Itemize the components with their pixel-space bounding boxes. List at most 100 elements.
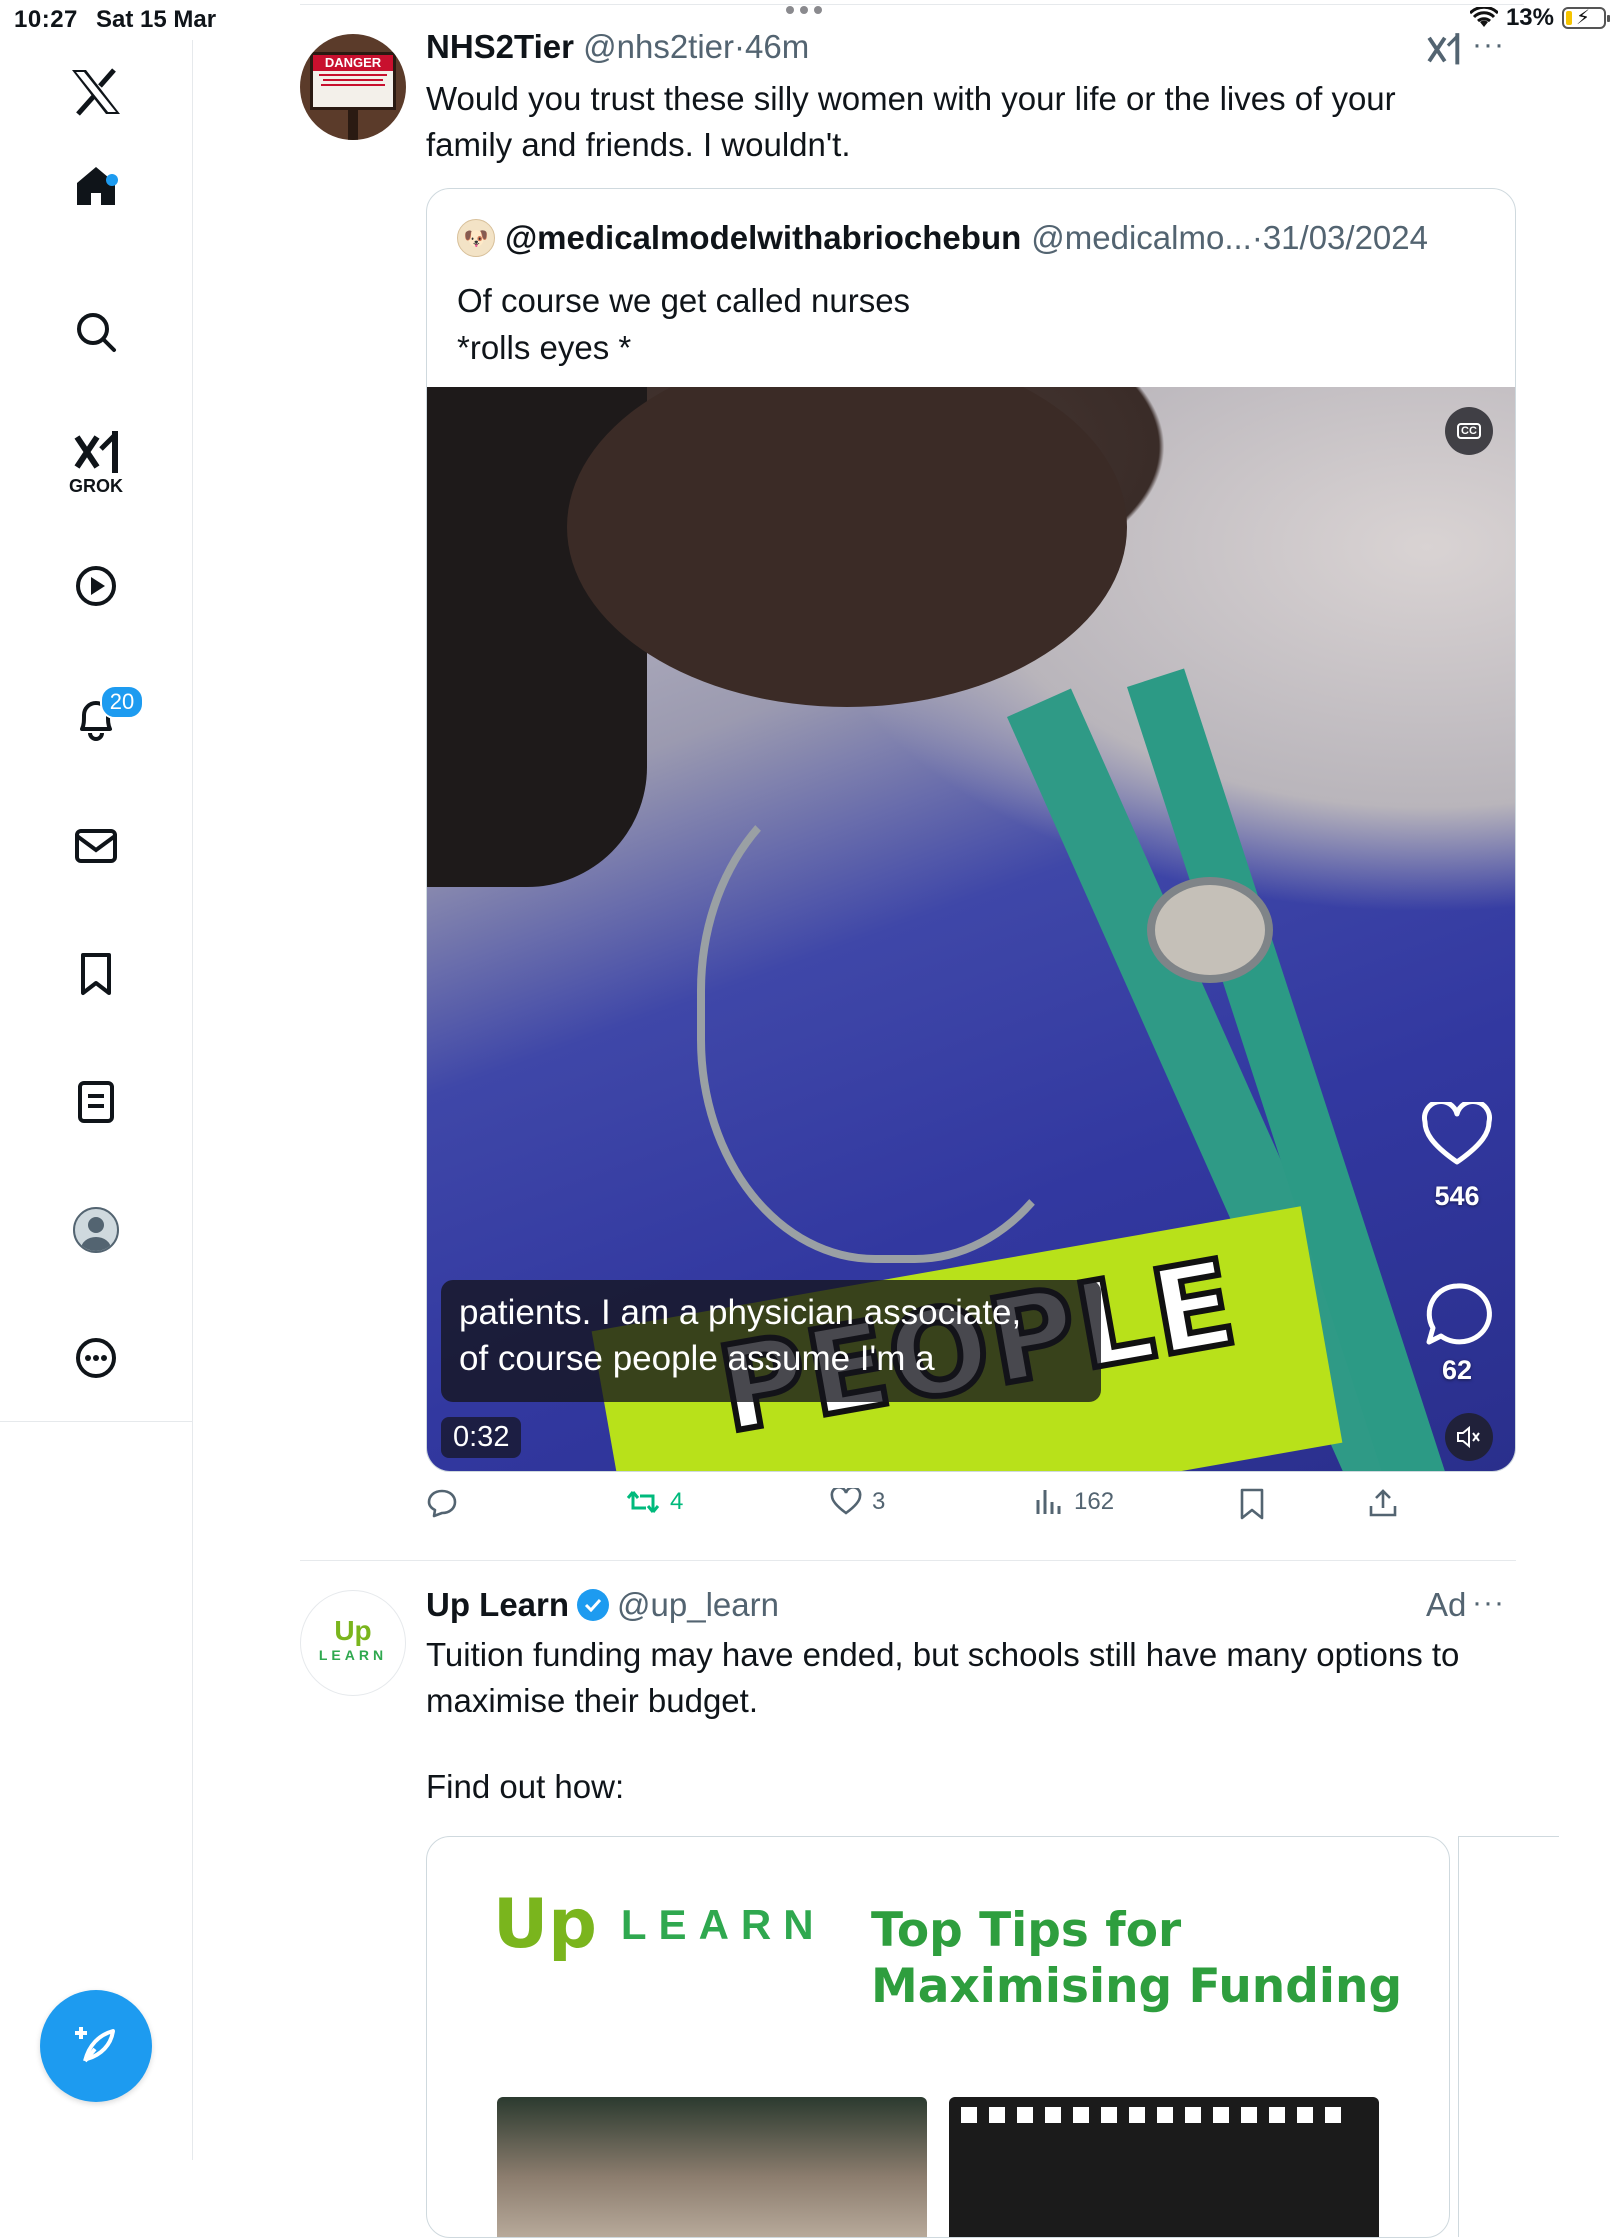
- classroom-photo: [497, 2097, 927, 2237]
- ad-header: Up Learn @up_learn: [426, 1586, 779, 1624]
- muted-speaker-icon: [1457, 1425, 1480, 1449]
- bookmark-button[interactable]: [1238, 1488, 1266, 1520]
- tweet-actions: 4 3 162: [426, 1488, 1526, 1534]
- author-name[interactable]: NHS2Tier: [426, 28, 574, 65]
- quote-header: 🐶 @medicalmodelwithabriochebun @medicalm…: [457, 219, 1428, 257]
- ad-more-options-icon[interactable]: ···: [1472, 1586, 1505, 1620]
- mute-button[interactable]: [1445, 1413, 1493, 1461]
- search-icon: [77, 313, 116, 352]
- play-icon: [76, 566, 116, 606]
- video-comment-button[interactable]: 62: [1407, 1280, 1507, 1386]
- tweet-text: Would you trust these silly women with y…: [426, 80, 1396, 163]
- sidebar-item-lists[interactable]: [64, 1070, 128, 1134]
- reply-icon: [427, 1489, 457, 1518]
- reply-button[interactable]: [426, 1488, 458, 1518]
- tweet-avatar[interactable]: DANGER: [300, 34, 406, 140]
- caption-line-2: of course people assume I'm a: [459, 1339, 935, 1378]
- retweet-count: 4: [670, 1488, 684, 1515]
- logo-up: Up: [493, 1885, 597, 1964]
- bookmark-icon: [1240, 1488, 1264, 1520]
- compose-icon: [75, 2027, 115, 2063]
- heart-icon: [1422, 1099, 1492, 1165]
- video-player[interactable]: PEOPLE CC 546 62 patients. I am a physic…: [427, 387, 1515, 1471]
- retweet-icon: [626, 1491, 660, 1513]
- sidebar-item-messages[interactable]: [64, 814, 128, 878]
- top-divider: [300, 4, 1524, 5]
- sidebar-item-more[interactable]: [64, 1326, 128, 1390]
- ad-author-name[interactable]: Up Learn: [426, 1586, 569, 1624]
- more-circle-icon: [76, 1338, 116, 1378]
- home-icon: [77, 167, 115, 205]
- sidebar-item-profile[interactable]: [64, 1198, 128, 1262]
- ad-avatar[interactable]: Up LEARN: [300, 1590, 406, 1696]
- heart-icon: [830, 1488, 862, 1515]
- ad-text: Tuition funding may have ended, but scho…: [426, 1636, 1460, 1719]
- quote-author-handle: @medicalmo...·31/03/2024: [1031, 219, 1428, 256]
- grok-icon: [74, 431, 118, 473]
- share-button[interactable]: [1368, 1488, 1398, 1518]
- compose-button[interactable]: [40, 1990, 152, 2102]
- sidebar: GROK 20: [0, 40, 193, 2160]
- card-title: Top Tips for Maximising Funding: [871, 1903, 1402, 2015]
- bookmark-icon: [81, 953, 111, 995]
- quote-avatar[interactable]: 🐶: [457, 219, 495, 257]
- card-title-line-1: Top Tips for: [871, 1903, 1182, 1958]
- cc-icon: CC: [1457, 423, 1481, 439]
- logo-learn: LEARN: [620, 1900, 826, 1948]
- grok-explain-icon[interactable]: [1424, 30, 1464, 71]
- sidebar-item-search[interactable]: [64, 300, 128, 364]
- x-logo-icon[interactable]: [64, 60, 128, 124]
- sidebar-item-video[interactable]: [64, 554, 128, 618]
- ad-find-out: Find out how:: [426, 1768, 625, 1805]
- home-unread-dot: [106, 174, 118, 186]
- ad-label: Ad: [1426, 1586, 1467, 1623]
- sidebar-item-home[interactable]: [64, 154, 128, 218]
- more-options-icon[interactable]: ···: [1472, 28, 1505, 62]
- danger-sign-text: DANGER: [313, 55, 393, 71]
- uplearn-logo: Up LEARN: [493, 1885, 826, 1964]
- avatar-learn-text: LEARN: [318, 1647, 388, 1663]
- quote-line-1: Of course we get called nurses: [457, 282, 911, 319]
- caption-line-1: patients. I am a physician associate,: [459, 1293, 1022, 1332]
- share-icon: [1369, 1489, 1397, 1517]
- views-count: 162: [1074, 1488, 1115, 1515]
- sidebar-item-bookmarks[interactable]: [64, 942, 128, 1006]
- tweet-header: NHS2Tier @nhs2tier·46m: [426, 28, 809, 66]
- like-button[interactable]: 3: [830, 1488, 885, 1516]
- status-time: 10:27: [14, 6, 78, 33]
- list-icon: [78, 1081, 114, 1123]
- main-feed: DANGER NHS2Tier @nhs2tier·46m ··· Would …: [300, 0, 1620, 2238]
- tweet-divider: [300, 1560, 1516, 1561]
- grok-label: GROK: [69, 476, 123, 496]
- author-handle[interactable]: @nhs2tier: [583, 28, 734, 65]
- ad-carousel-card[interactable]: Up LEARN Top Tips for Maximising Funding: [426, 1836, 1450, 2238]
- avatar-up-text: Up: [334, 1615, 372, 1646]
- mail-icon: [75, 829, 117, 863]
- separator-dot: ·: [734, 28, 746, 65]
- quote-author-name[interactable]: @medicalmodelwithabriochebun: [505, 219, 1021, 257]
- like-count: 3: [872, 1488, 886, 1515]
- ad-author-handle[interactable]: @up_learn: [617, 1586, 779, 1624]
- sidebar-item-grok[interactable]: [64, 420, 128, 484]
- views-chart-icon: [1036, 1490, 1061, 1514]
- verified-badge-icon: [577, 1589, 610, 1621]
- card-title-line-2: Maximising Funding: [871, 1959, 1403, 2014]
- sidebar-divider: [0, 1421, 192, 1422]
- notifications-badge: 20: [100, 685, 144, 719]
- quote-text: Of course we get called nurses *rolls ey…: [457, 277, 910, 371]
- captions-button[interactable]: CC: [1445, 407, 1493, 455]
- ad-carousel-next-card[interactable]: [1458, 1836, 1559, 2237]
- video-caption: patients. I am a physician associate, of…: [441, 1280, 1101, 1402]
- tweet-time[interactable]: 46m: [745, 28, 809, 65]
- status-date: Sat 15 Mar: [96, 6, 217, 33]
- comment-bubble-icon: [1426, 1283, 1492, 1345]
- video-timestamp: 0:32: [441, 1417, 522, 1458]
- quote-line-2: *rolls eyes *: [457, 329, 632, 366]
- video-like-button[interactable]: 546: [1407, 1099, 1507, 1212]
- quoted-tweet[interactable]: 🐶 @medicalmodelwithabriochebun @medicalm…: [426, 188, 1516, 1472]
- retweet-button[interactable]: 4: [626, 1488, 683, 1516]
- views-button[interactable]: 162: [1034, 1488, 1114, 1516]
- video-like-count: 546: [1434, 1181, 1480, 1211]
- video-comment-count: 62: [1441, 1355, 1473, 1385]
- avatar-icon: [73, 1207, 119, 1253]
